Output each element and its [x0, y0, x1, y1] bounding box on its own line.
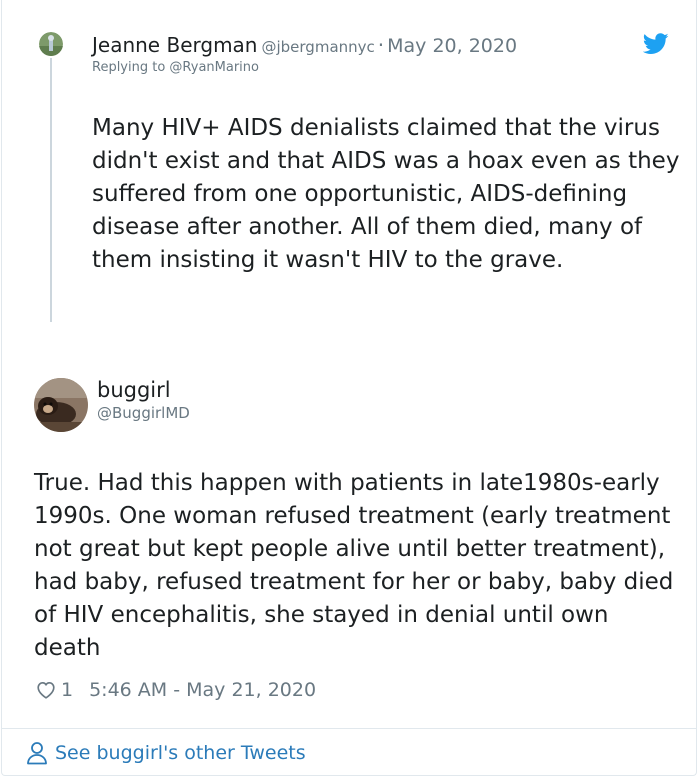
author-handle[interactable]: @BuggirlMD	[97, 404, 190, 422]
thread-connector-line	[50, 58, 52, 322]
header-separator: ·	[377, 33, 385, 57]
embedded-tweet-card: Jeanne Bergman @jbergmannyc · May 20, 2020 …	[1, 0, 697, 776]
parent-tweet-text: Many HIV+ AIDS denialists claimed that t…	[92, 115, 680, 273]
parent-tweet-date[interactable]: May 20, 2020	[387, 35, 517, 57]
heart-icon[interactable]	[35, 679, 57, 701]
see-other-tweets-label[interactable]: See buggirl's other Tweets	[55, 742, 306, 764]
parent-avatar[interactable]	[39, 32, 63, 56]
tweet-text: True. Had this happen with patients in l…	[34, 470, 674, 661]
tweet-timestamp[interactable]: 5:46 AM - May 21, 2020	[89, 679, 316, 701]
profile-photo-icon	[34, 378, 88, 432]
parent-author-name[interactable]: Jeanne Bergman	[92, 33, 257, 57]
like-count[interactable]: 1	[61, 679, 73, 701]
tweet-meta-row: 1 5:46 AM - May 21, 2020	[35, 676, 316, 704]
author-avatar[interactable]	[34, 378, 88, 432]
twitter-bird-icon[interactable]	[643, 33, 669, 55]
see-other-tweets-link[interactable]: See buggirl's other Tweets	[26, 739, 306, 767]
author-name[interactable]: buggirl	[97, 378, 171, 402]
parent-author-handle[interactable]: @jbergmannyc	[261, 38, 374, 56]
parent-tweet-header: Jeanne Bergman @jbergmannyc · May 20, 2020	[92, 32, 517, 60]
footer-divider	[2, 728, 696, 729]
person-icon	[27, 742, 47, 765]
replying-to-label[interactable]: Replying to @RyanMarino	[92, 60, 259, 75]
profile-photo-icon	[39, 32, 63, 56]
